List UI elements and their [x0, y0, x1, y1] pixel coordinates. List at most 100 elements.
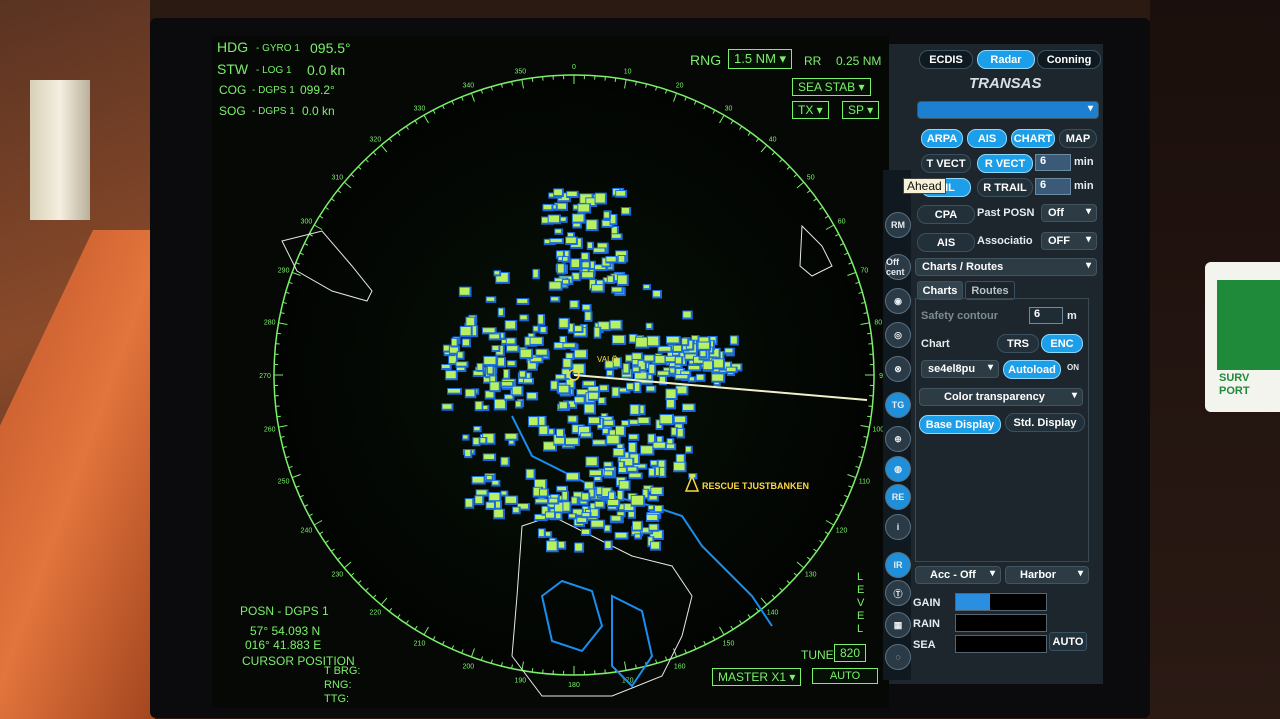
past-posn-select[interactable]: Off [1041, 204, 1097, 222]
radar-screen[interactable]: 0102030405060708090100110120130140150160… [212, 36, 889, 708]
safety-contour-unit: m [1067, 310, 1077, 322]
bearing-label: 340 [462, 83, 474, 90]
association-select[interactable]: OFF [1041, 232, 1097, 250]
bearing-label: 0 [572, 64, 576, 71]
base-display-button[interactable]: Base Display [919, 415, 1001, 434]
rescue-target-label: RESCUE TJUSTBANKEN [702, 481, 809, 491]
sidebar-tool-button[interactable]: IR [885, 552, 911, 578]
gain-label: GAIN [913, 597, 941, 609]
ais-button[interactable]: AIS [917, 233, 975, 252]
sidebar-tool-button[interactable]: ⊗ [885, 356, 911, 382]
tune-value[interactable]: 820 [834, 644, 867, 662]
bearing-label: 30 [725, 105, 733, 112]
safety-contour-input[interactable]: 6 [1029, 307, 1063, 324]
sea-stab-select[interactable]: SEA STAB ▾ [792, 78, 871, 96]
association-label: Associatio [977, 235, 1033, 247]
sp-select[interactable]: SP ▾ [842, 101, 880, 119]
hdg-source: - GYRO 1 [256, 43, 300, 54]
latitude: 57° 54.093 N [250, 624, 321, 638]
sidebar-tool-button[interactable]: ◉ [885, 288, 911, 314]
sidebar-tool-button[interactable]: RM [885, 212, 911, 238]
tab-ecdis[interactable]: ECDIS [919, 50, 973, 69]
stw-value: 0.0 kn [307, 62, 346, 78]
sidebar-tool-button[interactable]: Off cent [885, 254, 911, 280]
cursor-tbrg: T BRG: [324, 665, 361, 677]
sidebar-tool-button[interactable]: RE [885, 484, 911, 510]
tab-radar[interactable]: Radar [977, 50, 1035, 69]
harbor-select[interactable]: Harbor [1005, 566, 1089, 584]
charts-routes-select[interactable]: Charts / Routes [915, 258, 1097, 276]
bearing-label: 270 [259, 373, 271, 380]
layer-chart[interactable]: CHART [1011, 129, 1055, 148]
chart-enc-button[interactable]: ENC [1041, 334, 1083, 353]
chart-trs-button[interactable]: TRS [997, 334, 1039, 353]
t-vect-button[interactable]: T VECT [921, 154, 971, 173]
trail-minutes-input[interactable]: 6 [1035, 178, 1071, 195]
bearing-label: 330 [414, 105, 426, 112]
bearing-label: 140 [767, 610, 779, 617]
bearing-label: 120 [836, 528, 848, 535]
trail-unit: min [1074, 180, 1094, 192]
bearing-label: 70 [860, 267, 868, 274]
rr-value: 0.25 NM [836, 54, 882, 68]
sidebar-tool-button[interactable]: Ⓣ [885, 580, 911, 606]
sidebar-tool-button[interactable]: ◎ [885, 322, 911, 348]
std-display-button[interactable]: Std. Display [1005, 413, 1085, 432]
ahead-tooltip: Ahead [903, 178, 946, 194]
autoload-button[interactable]: Autoload [1003, 360, 1061, 379]
master-select[interactable]: MASTER X1 ▾ [712, 668, 802, 686]
bearing-label: 10 [624, 69, 632, 76]
r-trail-button[interactable]: R TRAIL [977, 178, 1033, 197]
white-pipe [30, 80, 90, 220]
past-posn-label: Past POSN [977, 207, 1035, 219]
vect-minutes-input[interactable]: 6 [1035, 154, 1071, 171]
layer-map[interactable]: MAP [1059, 129, 1097, 148]
layer-ais[interactable]: AIS [967, 129, 1007, 148]
posn-label: POSN - DGPS 1 [240, 604, 329, 618]
color-transparency-select[interactable]: Color transparency [919, 388, 1083, 406]
sidebar-tool-button[interactable]: ◍ [885, 456, 911, 482]
tab-conning[interactable]: Conning [1037, 50, 1101, 69]
cog-value: 099.2° [300, 83, 335, 97]
safety-contour-label: Safety contour [921, 310, 999, 322]
tx-select[interactable]: TX ▾ [792, 101, 829, 119]
rain-label: RAIN [913, 618, 940, 630]
sea-slider[interactable] [955, 635, 1047, 653]
sidebar-tool-button[interactable]: ▦ [885, 612, 911, 638]
vect-unit: min [1074, 156, 1094, 168]
bearing-label: 150 [723, 641, 735, 648]
bearing-label: 110 [859, 479, 870, 486]
sea-label: SEA [913, 639, 936, 651]
bearing-label: 50 [807, 174, 815, 181]
layer-arpa[interactable]: ARPA [921, 129, 963, 148]
cog-source: - DGPS 1 [252, 85, 295, 96]
chart-label: Chart [921, 338, 950, 350]
bearing-label: 260 [264, 427, 276, 434]
profile-select[interactable] [917, 101, 1099, 119]
bearing-label: 290 [278, 267, 290, 274]
sidebar-tool-button[interactable]: i [885, 514, 911, 540]
cpa-button[interactable]: CPA [917, 205, 975, 224]
longitude: 016° 41.883 E [245, 638, 322, 652]
auto-tune-toggle[interactable]: AUTO [812, 668, 878, 684]
cup: SURV PORT [1205, 262, 1280, 412]
sidebar-tool-button[interactable]: ◌ [885, 644, 911, 670]
bearing-label: 20 [676, 83, 684, 90]
sidebar-tool-button[interactable]: ⊕ [885, 426, 911, 452]
r-vect-button[interactable]: R VECT [977, 154, 1033, 173]
sidebar-tool-button[interactable]: TG [885, 392, 911, 418]
hdg-label: HDG [217, 39, 249, 55]
rain-slider[interactable] [955, 614, 1047, 632]
bearing-label: 200 [462, 663, 474, 670]
acc-select[interactable]: Acc - Off [915, 566, 1001, 584]
bearing-label: 210 [414, 641, 426, 648]
hdg-value: 095.5° [310, 40, 351, 56]
range-select[interactable]: 1.5 NM ▾ [728, 49, 793, 69]
sea-auto-button[interactable]: AUTO [1049, 632, 1087, 651]
chart-name-select[interactable]: se4el8pu [921, 360, 999, 378]
level-indicator: LEVEL [857, 571, 865, 635]
bearing-label: 250 [278, 479, 290, 486]
rng-label: RNG [690, 52, 722, 68]
gain-slider[interactable] [955, 593, 1047, 611]
autoload-state: ON [1067, 363, 1079, 372]
